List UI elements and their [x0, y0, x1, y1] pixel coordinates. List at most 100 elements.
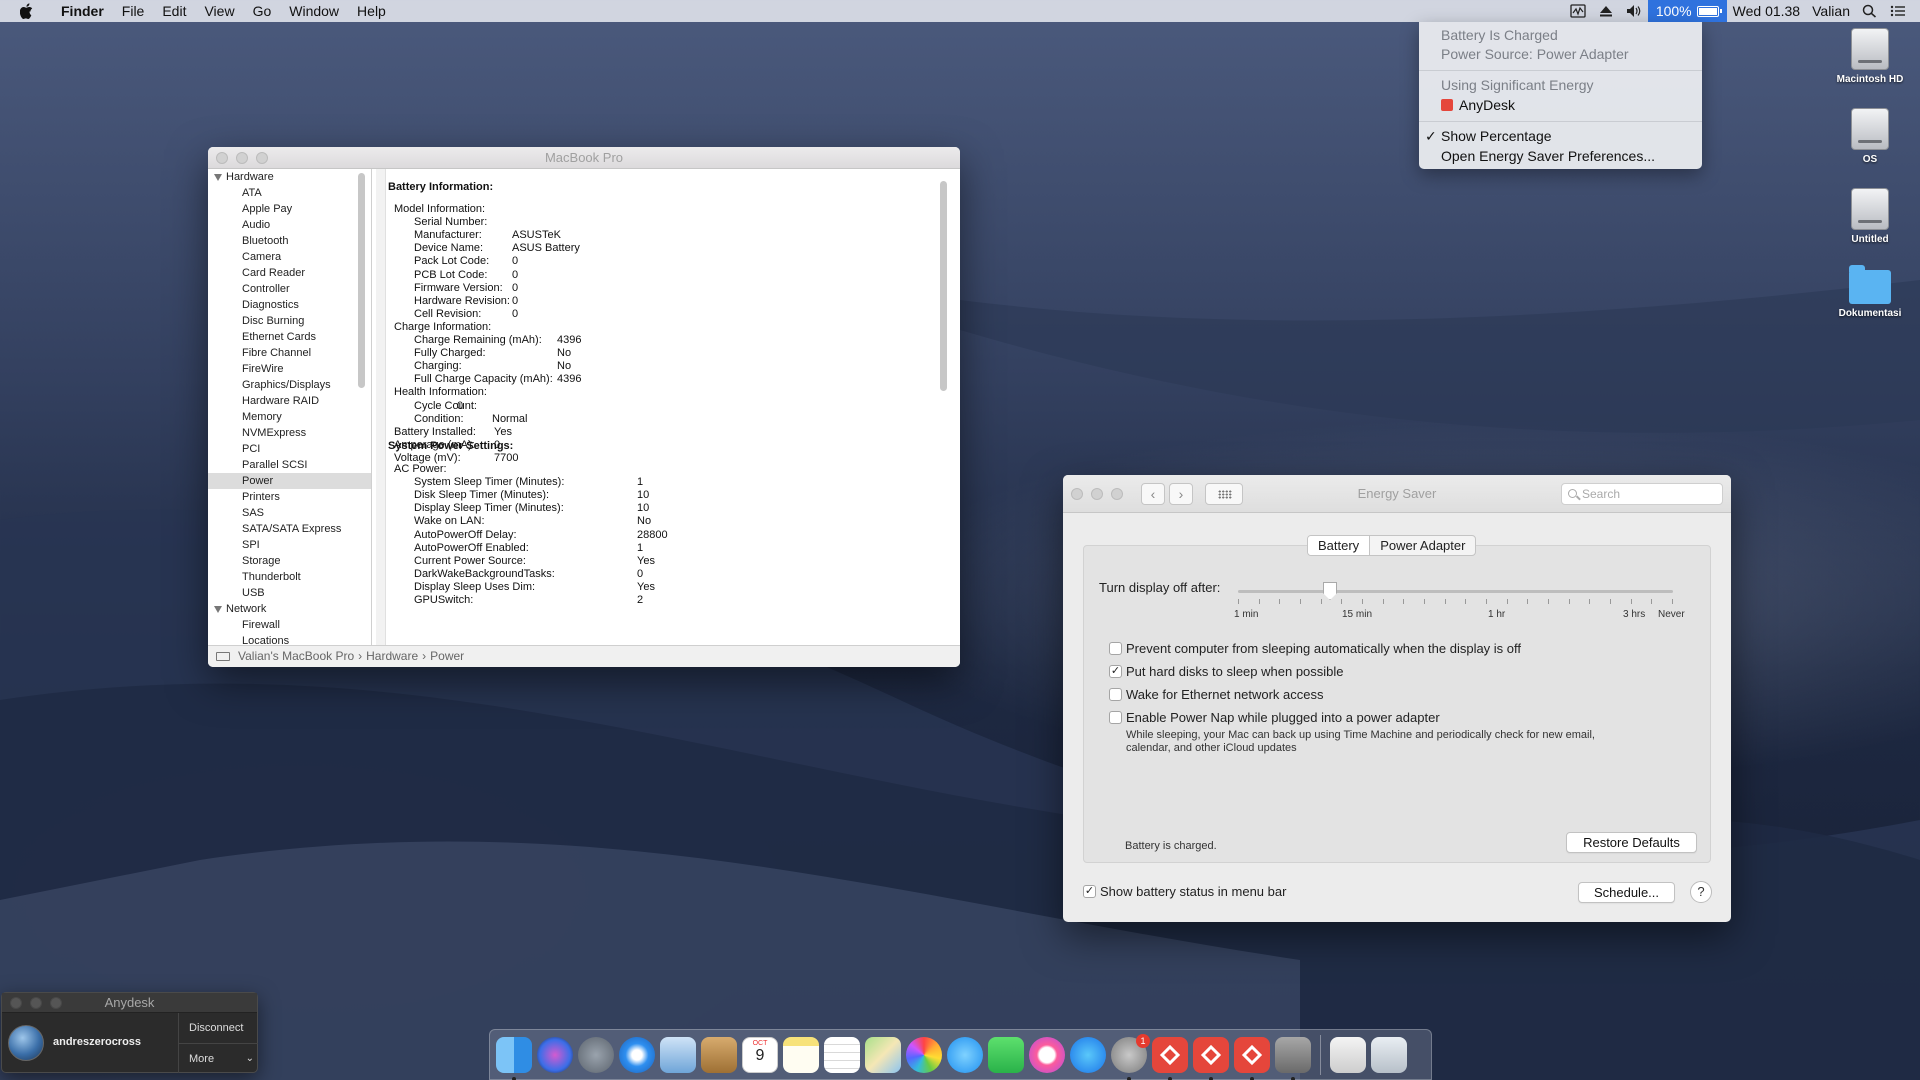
close-button[interactable] [10, 997, 22, 1009]
sidebar-item-spi[interactable]: SPI [208, 537, 371, 553]
sidebar-item-hardware-raid[interactable]: Hardware RAID [208, 393, 371, 409]
menu-go[interactable]: Go [244, 0, 281, 22]
sidebar-item-ethernet-cards[interactable]: Ethernet Cards [208, 329, 371, 345]
sidebar-item-firewire[interactable]: FireWire [208, 361, 371, 377]
display-off-slider[interactable] [1238, 590, 1673, 593]
energy-app-item[interactable]: AnyDesk [1441, 97, 1515, 113]
facetime-icon[interactable] [988, 1036, 1024, 1073]
finder-icon[interactable] [496, 1036, 532, 1080]
back-button[interactable]: ‹ [1141, 483, 1165, 505]
anydesk-icon[interactable] [1152, 1036, 1188, 1080]
sidebar-item-audio[interactable]: Audio [208, 217, 371, 233]
menu-view[interactable]: View [195, 0, 243, 22]
volume-icon[interactable] [1626, 4, 1642, 18]
close-button[interactable] [216, 152, 228, 164]
launchpad-icon[interactable] [578, 1036, 614, 1073]
prevent-sleep-checkbox[interactable] [1109, 642, 1122, 655]
detail-scrollbar[interactable] [940, 181, 947, 391]
sidebar-item-ata[interactable]: ATA [208, 185, 371, 201]
forward-button[interactable]: › [1169, 483, 1193, 505]
sidebar-item-firewall[interactable]: Firewall [208, 617, 371, 633]
schedule-button[interactable]: Schedule... [1578, 882, 1675, 903]
notification-center-icon[interactable] [1890, 4, 1906, 18]
sidebar-item-storage[interactable]: Storage [208, 553, 371, 569]
app-store-icon[interactable] [1070, 1036, 1106, 1073]
photos-icon[interactable] [906, 1036, 942, 1073]
trash-icon[interactable] [1371, 1036, 1407, 1073]
search-input[interactable]: Search [1561, 483, 1723, 505]
maps-icon[interactable] [865, 1036, 901, 1073]
sidebar-item-usb[interactable]: USB [208, 585, 371, 601]
sidebar-item-card-reader[interactable]: Card Reader [208, 265, 371, 281]
sidebar-item-fibre-channel[interactable]: Fibre Channel [208, 345, 371, 361]
sidebar-item-printers[interactable]: Printers [208, 489, 371, 505]
minimize-button[interactable] [1091, 488, 1103, 500]
desktop-icon-os[interactable]: OS [1820, 108, 1920, 165]
desktop-icon-macintosh-hd[interactable]: Macintosh HD [1820, 28, 1920, 85]
menu-window[interactable]: Window [280, 0, 348, 22]
safari-icon[interactable] [619, 1036, 655, 1073]
calendar-icon[interactable]: OCT 9 [742, 1036, 778, 1073]
show-percentage-item[interactable]: Show Percentage [1441, 128, 1552, 144]
menubar-clock[interactable]: Wed 01.38 [1733, 3, 1800, 19]
sidebar-item-sas[interactable]: SAS [208, 505, 371, 521]
sidebar-item-locations[interactable]: Locations [208, 633, 371, 645]
restore-defaults-button[interactable]: Restore Defaults [1566, 832, 1697, 853]
itunes-icon[interactable] [1029, 1036, 1065, 1073]
sidebar-item-pci[interactable]: PCI [208, 441, 371, 457]
documents-icon[interactable] [1330, 1036, 1366, 1073]
sidebar-item-disc-burning[interactable]: Disc Burning [208, 313, 371, 329]
sidebar-item-bluetooth[interactable]: Bluetooth [208, 233, 371, 249]
siri-icon[interactable] [537, 1036, 573, 1073]
minimize-button[interactable] [30, 997, 42, 1009]
help-button[interactable]: ? [1690, 881, 1712, 903]
open-energy-saver-item[interactable]: Open Energy Saver Preferences... [1441, 148, 1655, 164]
sidebar-item-memory[interactable]: Memory [208, 409, 371, 425]
more-button[interactable]: More ⌄ [179, 1043, 258, 1073]
tab-battery[interactable]: Battery [1308, 536, 1371, 555]
sidebar-item-camera[interactable]: Camera [208, 249, 371, 265]
zoom-button[interactable] [256, 152, 268, 164]
anydesk-icon[interactable] [1234, 1036, 1270, 1080]
sidebar-item-sata-sata-express[interactable]: SATA/SATA Express [208, 521, 371, 537]
messages-icon[interactable] [947, 1036, 983, 1073]
path-item[interactable]: Valian's MacBook Pro [238, 646, 354, 667]
menu-help[interactable]: Help [348, 0, 395, 22]
path-item[interactable]: Hardware [366, 646, 418, 667]
desktop-icon-untitled[interactable]: Untitled [1820, 188, 1920, 245]
eject-icon[interactable] [1598, 4, 1614, 18]
desktop-icon-dokumentasi[interactable]: Dokumentasi [1820, 265, 1920, 319]
sidebar-item-power[interactable]: Power [208, 473, 371, 489]
minimize-button[interactable] [236, 152, 248, 164]
disclosure-triangle-icon[interactable] [214, 605, 222, 613]
preview-icon[interactable] [660, 1036, 696, 1073]
zoom-button[interactable] [1111, 488, 1123, 500]
notes-icon[interactable] [783, 1036, 819, 1073]
utility-icon[interactable] [1275, 1036, 1311, 1080]
sidebar-group-hardware[interactable]: Hardware [208, 169, 371, 185]
sidebar-item-controller[interactable]: Controller [208, 281, 371, 297]
disconnect-button[interactable]: Disconnect [179, 1013, 258, 1043]
notebook-icon[interactable] [701, 1036, 737, 1073]
show-all-button[interactable] [1205, 483, 1243, 505]
sidebar-item-parallel-scsi[interactable]: Parallel SCSI [208, 457, 371, 473]
anydesk-icon[interactable] [1193, 1036, 1229, 1080]
menu-finder[interactable]: Finder [52, 0, 113, 22]
zoom-button[interactable] [50, 997, 62, 1009]
battery-menu-extra[interactable]: 100% [1647, 0, 1727, 22]
show-battery-status-checkbox[interactable]: ✓ [1083, 885, 1096, 898]
power-nap-checkbox[interactable] [1109, 711, 1122, 724]
spotlight-search-icon[interactable] [1862, 4, 1878, 18]
menu-file[interactable]: File [113, 0, 154, 22]
menubar-user[interactable]: Valian [1812, 3, 1850, 19]
tab-power-adapter[interactable]: Power Adapter [1370, 536, 1475, 555]
menu-edit[interactable]: Edit [153, 0, 195, 22]
hard-disk-sleep-checkbox[interactable]: ✓ [1109, 665, 1122, 678]
sidebar-item-nvmexpress[interactable]: NVMExpress [208, 425, 371, 441]
system-preferences-icon[interactable]: 1 [1111, 1033, 1150, 1080]
wake-ethernet-checkbox[interactable] [1109, 688, 1122, 701]
sidebar-item-graphics-displays[interactable]: Graphics/Displays [208, 377, 371, 393]
disclosure-triangle-icon[interactable] [214, 173, 222, 181]
path-item[interactable]: Power [430, 646, 464, 667]
close-button[interactable] [1071, 488, 1083, 500]
